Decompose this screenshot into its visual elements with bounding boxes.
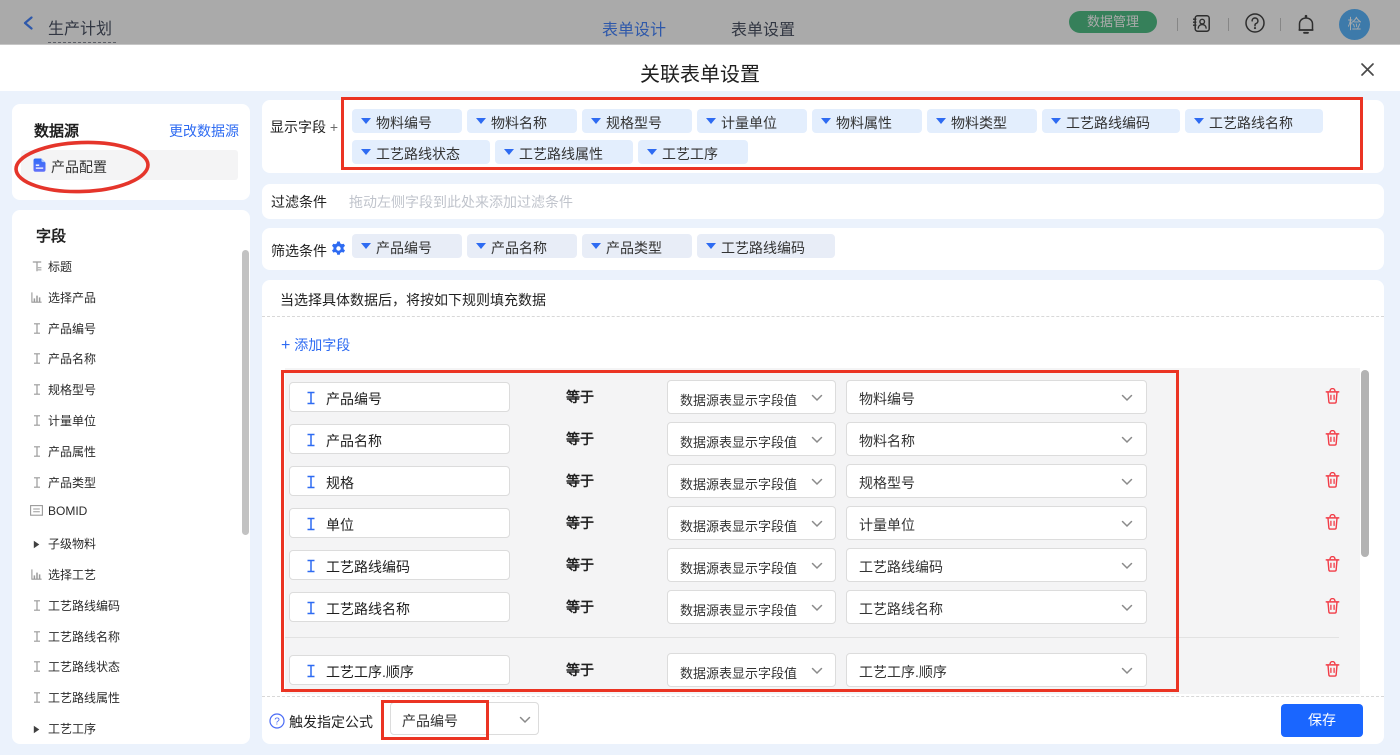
svg-text:?: ? <box>274 717 280 728</box>
